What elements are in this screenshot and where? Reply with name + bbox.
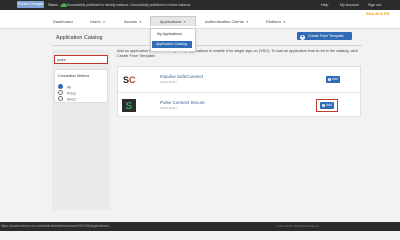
- footer-bar: https://access.tdemo.us.com/admin/interf…: [0, 222, 400, 231]
- divider: [52, 45, 362, 46]
- chevron-down-icon: ▼: [183, 20, 187, 24]
- impulse-safeconnect-logo: S C: [123, 75, 136, 85]
- plus-icon: +: [328, 77, 332, 81]
- page-title: Application Catalog: [56, 35, 103, 41]
- plus-icon: +: [300, 33, 305, 40]
- highlight-box: + Add: [316, 99, 338, 112]
- application-list: S C Impulse SafeConnect SAML Direct + Add…: [117, 66, 362, 118]
- status-label: Status: [48, 3, 58, 7]
- list-item: S Pulse Connect Secure SAML Direct + Add: [118, 93, 362, 118]
- add-label: Add: [332, 77, 338, 81]
- nav-dashboard[interactable]: Dashboard: [53, 17, 73, 26]
- add-label: Add: [326, 103, 332, 107]
- pulse-connect-secure-logo: S: [122, 99, 136, 112]
- chevron-down-icon: ▼: [102, 20, 106, 24]
- nav-applications[interactable]: Applications ▼: [150, 16, 196, 26]
- list-item: S C Impulse SafeConnect SAML Direct + Add: [118, 67, 362, 92]
- publish-changes-button[interactable]: Publish Changes: [17, 1, 44, 8]
- radio-option-all[interactable]: All: [58, 84, 71, 90]
- logo-letter-c: C: [129, 75, 136, 85]
- add-app-button[interactable]: + Add: [326, 76, 340, 83]
- chevron-down-icon: ▼: [138, 20, 142, 24]
- app-name[interactable]: Pulse Connect Secure: [160, 100, 205, 105]
- radio-label: Proxy: [67, 91, 76, 96]
- radio-unselected-icon: [58, 90, 63, 95]
- radio-selected-icon: [58, 84, 63, 89]
- nav-applications-label: Applications: [159, 19, 182, 24]
- app-name[interactable]: Impulse SafeConnect: [160, 74, 203, 79]
- radio-label: All: [67, 85, 71, 90]
- nav-platform[interactable]: Platform ▼: [266, 17, 286, 26]
- copyright-text: © 2013-2018 | All Rights Reserved: [276, 224, 319, 228]
- connection-method-title: Connection Method: [58, 74, 90, 78]
- nav-dashboard-label: Dashboard: [53, 19, 73, 24]
- app-type: SAML Direct: [160, 80, 177, 84]
- cloud-icon: [60, 3, 67, 7]
- status-message: Successfully published to identity insta…: [67, 3, 192, 7]
- status-url: https://access.tdemo.us.com/admin/interf…: [1, 224, 112, 228]
- logo-letter-s: S: [126, 101, 133, 112]
- radio-option-direct[interactable]: Direct: [58, 96, 76, 102]
- help-link[interactable]: Help: [321, 0, 328, 10]
- nav-users[interactable]: Users ▼: [90, 17, 105, 26]
- search-input[interactable]: [54, 55, 108, 64]
- top-status-bar: Publish Changes Status Successfully publ…: [0, 0, 400, 10]
- sign-out-link[interactable]: Sign out: [368, 0, 381, 10]
- menu-item-application-catalog[interactable]: Application Catalog: [152, 41, 192, 48]
- plus-icon: +: [322, 103, 326, 107]
- add-app-button[interactable]: + Add: [320, 102, 334, 109]
- main-header: SSA-M & PS Dashboard Users ▼ Access ▼ Appl…: [0, 10, 400, 29]
- nav-access[interactable]: Access ▼: [124, 17, 142, 26]
- create-from-template-label: Create From Template: [308, 34, 344, 38]
- nav-users-label: Users: [90, 19, 101, 24]
- app-type: SAML Direct: [160, 106, 177, 110]
- nav-authentication-clients-label: Authentication Clients: [205, 19, 244, 24]
- radio-label: Direct: [67, 97, 76, 102]
- applications-dropdown-menu: My Applications Application Catalog: [150, 28, 196, 52]
- create-from-template-button[interactable]: + Create From Template: [297, 32, 352, 40]
- logo: SSA-M & PS: [366, 11, 390, 16]
- menu-item-my-applications[interactable]: My Applications: [157, 32, 182, 36]
- connection-method-filter: Connection Method All Proxy Direct: [54, 69, 108, 103]
- nav-access-label: Access: [124, 19, 137, 24]
- radio-unselected-icon: [58, 96, 63, 101]
- chevron-down-icon: ▼: [245, 20, 249, 24]
- chevron-down-icon: ▼: [282, 20, 286, 24]
- my-account-link[interactable]: My Account: [340, 0, 359, 10]
- nav-platform-label: Platform: [266, 19, 281, 24]
- nav-authentication-clients[interactable]: Authentication Clients ▼: [205, 17, 249, 26]
- radio-option-proxy[interactable]: Proxy: [58, 90, 76, 96]
